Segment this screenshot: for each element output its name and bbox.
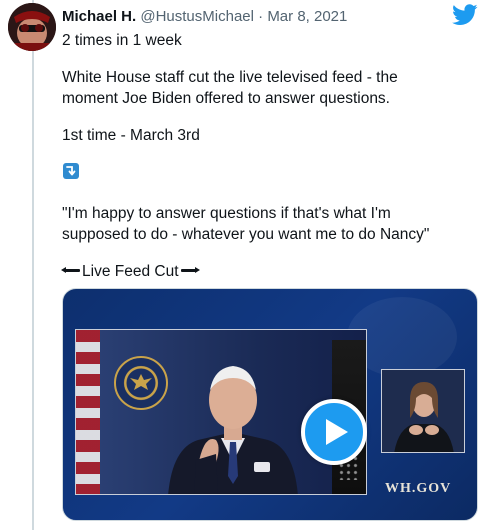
left-arrow-dash-icon — [61, 267, 80, 274]
arrow-down-emoji-icon — [63, 163, 79, 179]
thread-line — [32, 0, 34, 530]
live-feed-cut-label: Live Feed Cut — [82, 263, 179, 280]
tweet-date[interactable]: Mar 8, 2021 — [267, 8, 347, 25]
user-handle[interactable]: @HustusMichael — [140, 8, 254, 25]
tweet-header: Michael H. @HustusMichael · Mar 8, 2021 — [62, 7, 446, 27]
eagle-icon — [130, 374, 152, 390]
tweet-text-line: supposed to do - whatever you want me to… — [62, 226, 430, 243]
tweet-text-line: "I'm happy to answer questions if that's… — [62, 205, 391, 222]
tweet-text-line: 2 times in 1 week — [62, 32, 182, 49]
display-name[interactable]: Michael H. — [62, 8, 136, 25]
us-flag — [76, 330, 100, 494]
play-icon — [326, 419, 348, 445]
tweet-text-line: 1st time - March 3rd — [62, 127, 200, 144]
twitter-bird-icon[interactable] — [452, 4, 478, 26]
live-feed-cut-line: Live Feed Cut — [61, 261, 200, 282]
speaker-figure — [168, 366, 298, 494]
tweet-text-line: moment Joe Biden offered to answer quest… — [62, 90, 390, 107]
wh-gov-watermark: WH.GOV — [385, 481, 452, 496]
separator-dot: · — [258, 8, 264, 25]
tweet-text-line: White House staff cut the live televised… — [62, 69, 398, 86]
interpreter-figure — [394, 382, 454, 452]
avatar[interactable] — [8, 3, 56, 51]
sign-language-interpreter-frame — [381, 369, 465, 453]
video-media[interactable]: WH.GOV — [62, 288, 478, 521]
play-button[interactable] — [301, 399, 367, 465]
right-arrow-dash-icon — [180, 267, 200, 274]
avatar-image — [8, 3, 56, 51]
